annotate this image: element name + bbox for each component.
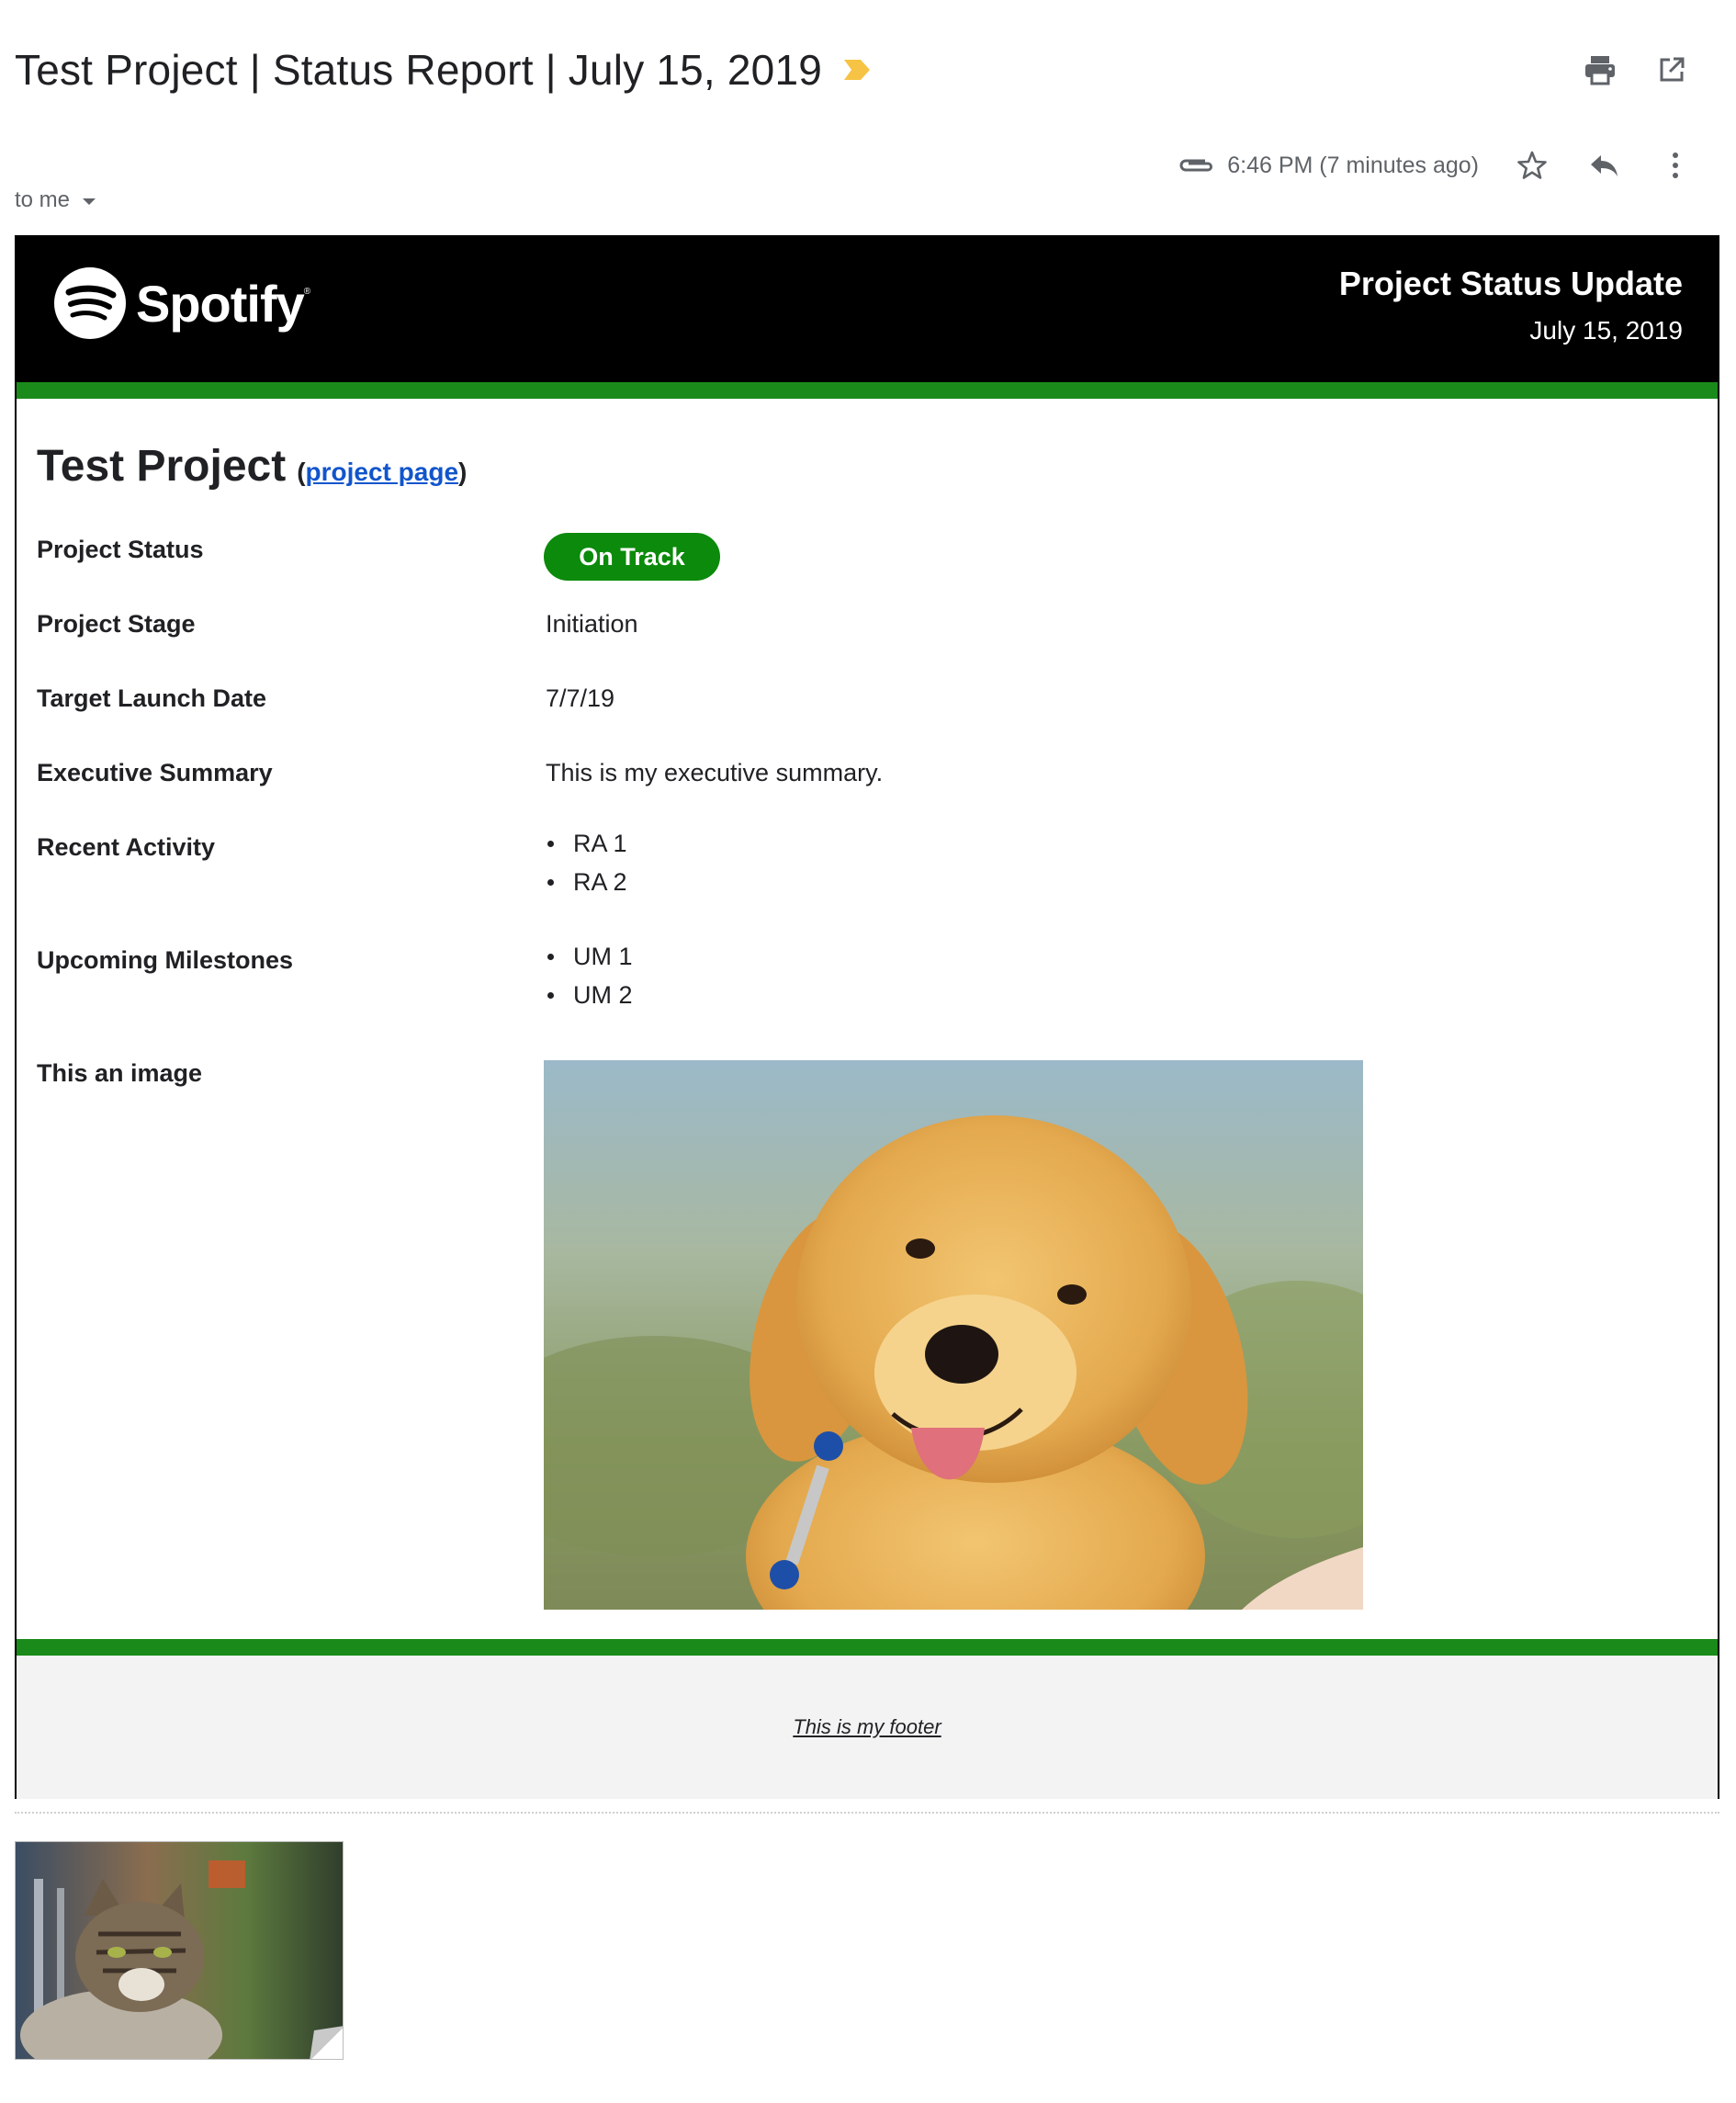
- star-icon[interactable]: [1514, 147, 1550, 184]
- attachment-thumbnail[interactable]: [15, 1841, 344, 2060]
- email-footer: This is my footer: [17, 1656, 1718, 1799]
- project-status-label: Project Status: [37, 536, 204, 563]
- print-icon[interactable]: [1582, 51, 1618, 88]
- upcoming-milestones-label: Upcoming Milestones: [37, 946, 294, 974]
- project-heading: Test Project (project page): [37, 441, 467, 492]
- upcoming-milestones-list: UM 1 UM 2: [546, 937, 633, 1014]
- spotify-logo-icon: [54, 267, 126, 339]
- project-stage-value: Initiation: [546, 610, 638, 638]
- footer-stripe: [17, 1639, 1718, 1656]
- email-body-card: Spotify® Project Status Update July 15, …: [15, 235, 1719, 1799]
- list-item: RA 1: [546, 824, 627, 863]
- image-label: This an image: [37, 1059, 203, 1087]
- banner-stripe: [17, 382, 1718, 399]
- banner-title: Project Status Update: [1338, 265, 1683, 302]
- executive-summary-label: Executive Summary: [37, 759, 273, 786]
- header-banner: Spotify® Project Status Update July 15, …: [17, 237, 1718, 382]
- list-item: RA 2: [546, 863, 627, 901]
- footer-link[interactable]: This is my footer: [793, 1715, 941, 1739]
- brand-name: Spotify®: [136, 274, 310, 333]
- recipient-label: to me: [15, 187, 71, 212]
- recent-activity-label: Recent Activity: [37, 833, 216, 861]
- puppy-image: [544, 1060, 1363, 1610]
- status-badge: On Track: [544, 533, 720, 581]
- top-actions: [1582, 51, 1690, 88]
- message-meta: 6:46 PM (7 minutes ago): [1178, 143, 1694, 187]
- project-stage-label: Project Stage: [37, 610, 196, 638]
- list-item: UM 2: [546, 976, 633, 1014]
- target-launch-label: Target Launch Date: [37, 684, 267, 712]
- list-item: UM 1: [546, 937, 633, 976]
- kitten-image: [16, 1842, 343, 2059]
- project-title: Test Project: [37, 442, 287, 491]
- spotify-logo: Spotify®: [53, 266, 310, 340]
- email-subject: Test Project | Status Report | July 15, …: [15, 46, 823, 94]
- executive-summary-value: This is my executive summary.: [546, 759, 884, 786]
- importance-marker-icon[interactable]: [842, 58, 872, 82]
- project-page-link[interactable]: project page: [306, 458, 458, 486]
- more-vertical-icon[interactable]: [1657, 147, 1694, 184]
- email-subject-row: Test Project | Status Report | July 15, …: [15, 40, 872, 99]
- attachments-divider: [15, 1812, 1719, 1814]
- recipient-toggle[interactable]: to me: [15, 187, 96, 213]
- recent-activity-list: RA 1 RA 2: [546, 824, 627, 901]
- open-in-new-window-icon[interactable]: [1653, 51, 1690, 88]
- caret-down-icon: [83, 198, 96, 205]
- message-time: 6:46 PM (7 minutes ago): [1227, 152, 1479, 178]
- paperclip-icon: [1179, 159, 1213, 172]
- target-launch-value: 7/7/19: [546, 684, 615, 712]
- reply-icon[interactable]: [1585, 147, 1622, 184]
- project-link-wrapper: (project page): [297, 458, 468, 486]
- banner-date: July 15, 2019: [1529, 316, 1683, 345]
